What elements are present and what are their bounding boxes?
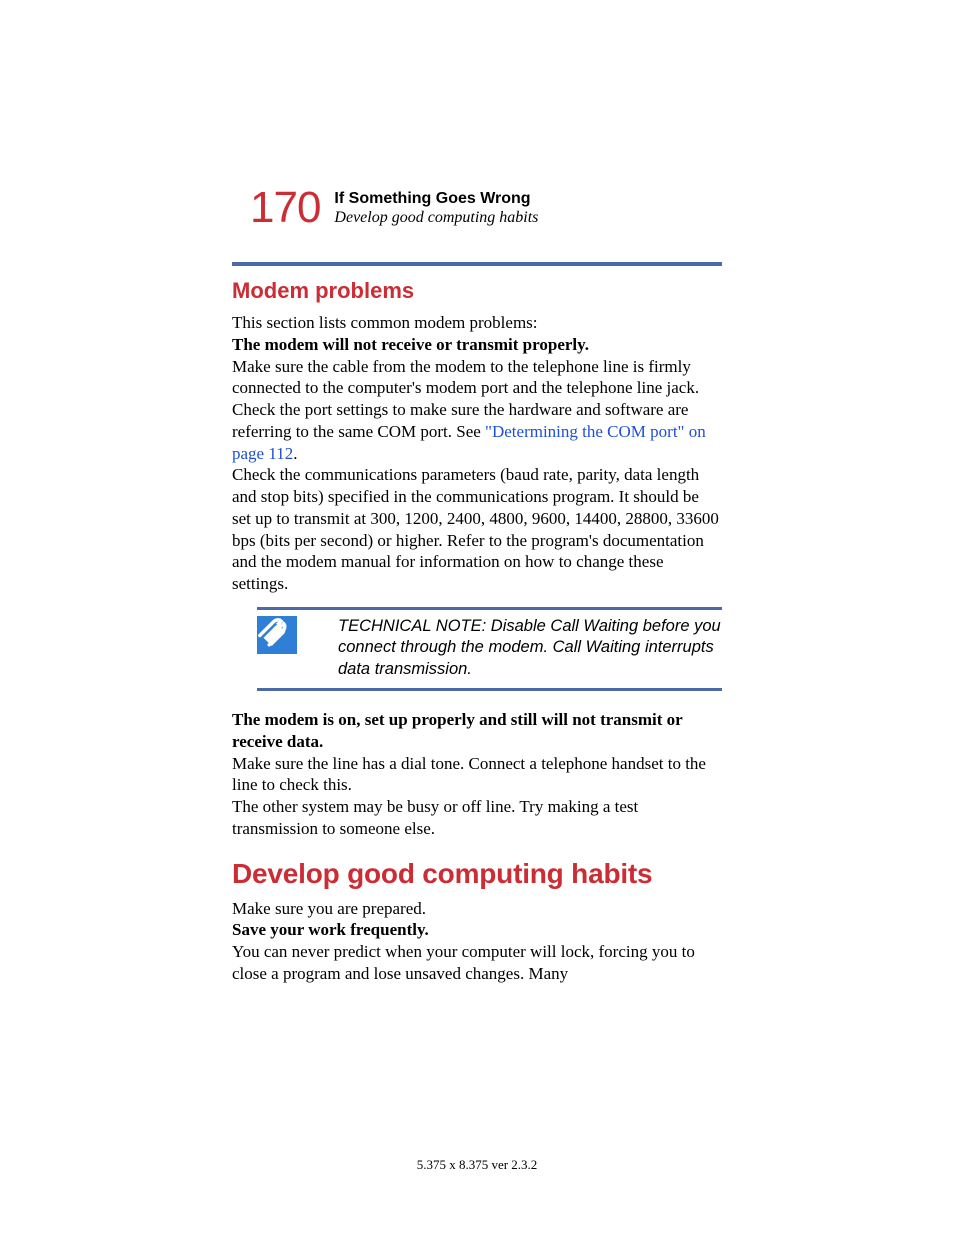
header-text-group: If Something Goes Wrong Develop good com…	[334, 190, 538, 227]
section-hint: Develop good computing habits	[334, 209, 538, 227]
major-heading-develop-habits: Develop good computing habits	[232, 858, 722, 890]
note-inner: TECHNICAL NOTE: Disable Call Waiting bef…	[257, 610, 722, 688]
problem-2-para-2: The other system may be busy or off line…	[232, 796, 722, 840]
save-work-para-1: You can never predict when your computer…	[232, 941, 722, 985]
save-work-title: Save your work frequently.	[232, 919, 722, 941]
page-footer: 5.375 x 8.375 ver 2.3.2	[0, 1157, 954, 1173]
page-content: Modem problems This section lists common…	[232, 262, 722, 985]
page-number: 170	[250, 186, 320, 230]
document-page: 170 If Something Goes Wrong Develop good…	[0, 0, 954, 1235]
para-2-text-b: .	[293, 444, 297, 463]
chapter-title: If Something Goes Wrong	[334, 190, 538, 208]
technical-note-block: TECHNICAL NOTE: Disable Call Waiting bef…	[257, 607, 722, 691]
divider-rule	[232, 262, 722, 266]
running-header: 170 If Something Goes Wrong Develop good…	[250, 186, 719, 230]
problem-2-para-1: Make sure the line has a dial tone. Conn…	[232, 753, 722, 797]
note-rule-bottom	[257, 688, 722, 691]
subheading-modem-problems: Modem problems	[232, 278, 722, 304]
problem-1-para-1: Make sure the cable from the modem to th…	[232, 356, 722, 400]
technical-note-text: TECHNICAL NOTE: Disable Call Waiting bef…	[338, 616, 722, 680]
problem-1-para-2: Check the port settings to make sure the…	[232, 399, 722, 464]
problem-title-1: The modem will not receive or transmit p…	[232, 334, 722, 356]
wrench-icon	[257, 616, 297, 654]
problem-title-2: The modem is on, set up properly and sti…	[232, 709, 722, 753]
problem-1-para-3: Check the communications parameters (bau…	[232, 464, 722, 595]
section2-para-1: Make sure you are prepared.	[232, 898, 722, 920]
intro-paragraph: This section lists common modem problems…	[232, 312, 722, 334]
